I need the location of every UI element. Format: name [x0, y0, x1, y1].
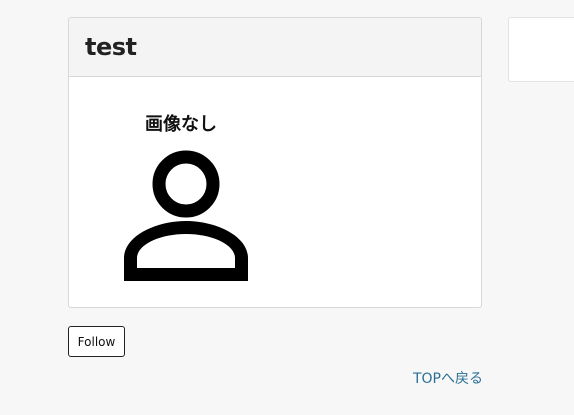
side-card — [508, 17, 574, 82]
card-header: test — [69, 18, 481, 77]
profile-card: test 画像なし — [68, 17, 482, 308]
card-title: test — [85, 33, 137, 61]
follow-button[interactable]: Follow — [68, 326, 125, 357]
back-to-top-link[interactable]: TOPへ戻る — [413, 368, 483, 388]
card-body: 画像なし — [69, 77, 481, 307]
person-icon — [124, 150, 248, 281]
no-image-label: 画像なし — [145, 114, 217, 135]
page: test 画像なし Follow TOPへ戻る — [0, 0, 574, 415]
